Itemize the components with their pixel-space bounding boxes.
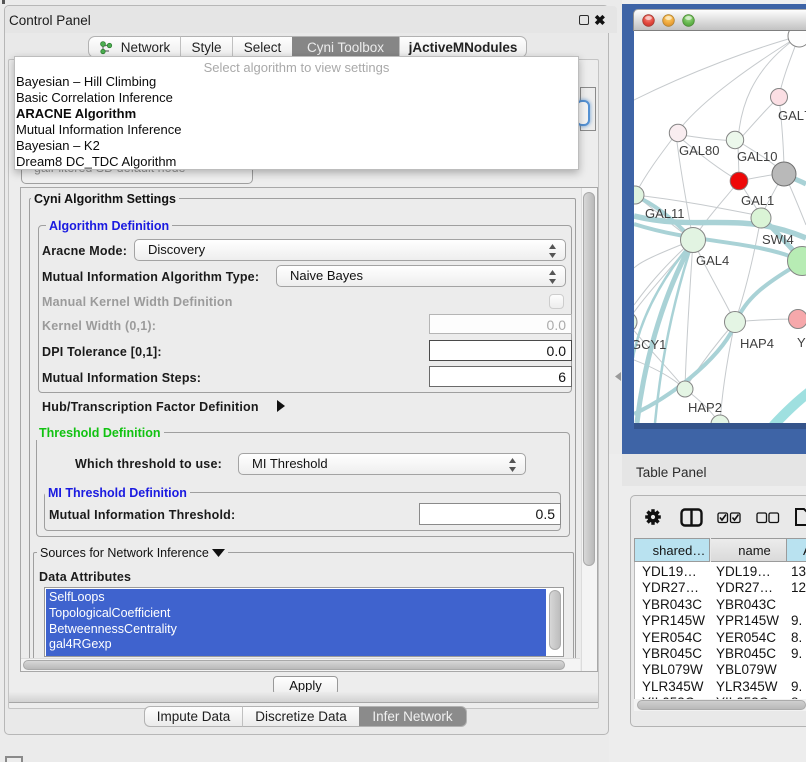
svg-text:HAP4: HAP4 bbox=[740, 336, 774, 351]
svg-text:YM: YM bbox=[797, 335, 806, 350]
svg-text:GAL11: GAL11 bbox=[645, 206, 685, 221]
svg-text:SWI4: SWI4 bbox=[762, 232, 794, 247]
svg-text:GAL4: GAL4 bbox=[696, 253, 729, 268]
svg-text:HAP2: HAP2 bbox=[688, 400, 722, 415]
svg-text:GAL7: GAL7 bbox=[778, 108, 806, 123]
svg-text:GAL1: GAL1 bbox=[741, 193, 774, 208]
svg-text:GAL80: GAL80 bbox=[679, 143, 719, 158]
svg-text:GCY1: GCY1 bbox=[634, 337, 666, 352]
svg-text:GAL10: GAL10 bbox=[737, 149, 777, 164]
